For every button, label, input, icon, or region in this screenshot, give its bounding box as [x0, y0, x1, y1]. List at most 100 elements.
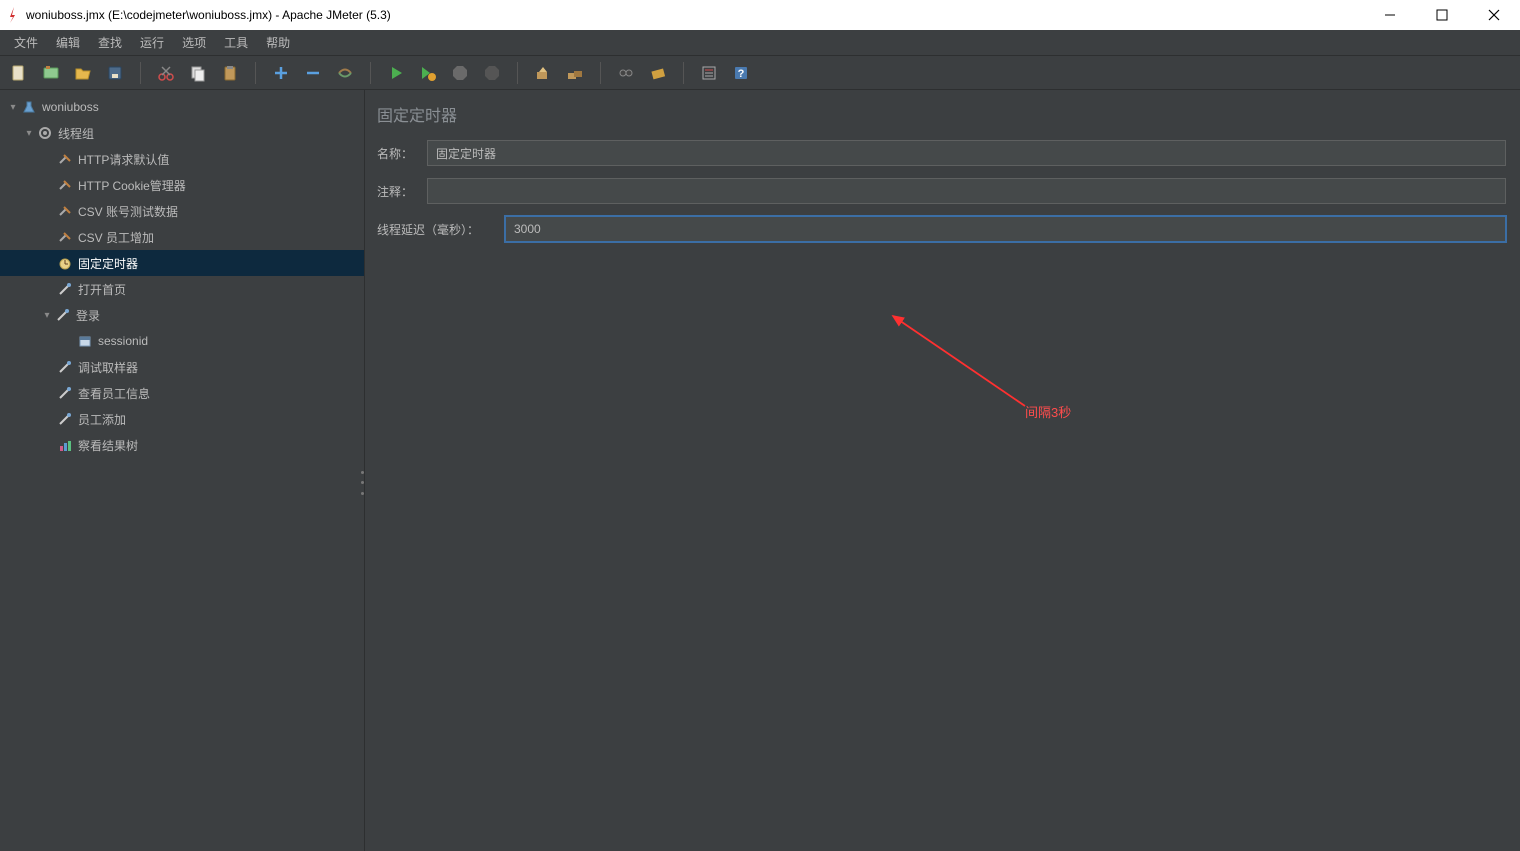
save-icon[interactable]	[104, 62, 126, 84]
start-icon[interactable]	[385, 62, 407, 84]
splitter-handle[interactable]	[361, 471, 367, 495]
tree-label: 员工添加	[78, 411, 126, 428]
chevron-down-icon[interactable]: ▾	[22, 128, 36, 139]
templates-icon[interactable]	[40, 62, 62, 84]
add-icon[interactable]	[270, 62, 292, 84]
toolbar-separator	[517, 62, 518, 84]
menu-search[interactable]: 查找	[90, 31, 130, 54]
title-bar: woniuboss.jmx (E:\codejmeter\woniuboss.j…	[0, 0, 1520, 30]
sampler-icon	[56, 410, 74, 428]
menu-file[interactable]: 文件	[6, 31, 46, 54]
window-controls	[1376, 5, 1508, 25]
config-icon	[56, 202, 74, 220]
main-area: ▾ woniuboss ▾ 线程组 HTTP请求默认值 HTTP Cookie管…	[0, 90, 1520, 851]
content-panel: 固定定时器 名称： 注释： 线程延迟（毫秒）： 间隔3秒	[365, 90, 1520, 851]
tree-item-login[interactable]: ▾ 登录	[0, 302, 364, 328]
input-delay[interactable]	[505, 216, 1506, 242]
menu-run[interactable]: 运行	[132, 31, 172, 54]
tree-root[interactable]: ▾ woniuboss	[0, 94, 364, 120]
stop-icon[interactable]	[449, 62, 471, 84]
gear-icon	[36, 124, 54, 142]
row-delay: 线程延迟（毫秒）：	[377, 216, 1506, 242]
toolbar-separator	[370, 62, 371, 84]
tree-item-http-defaults[interactable]: HTTP请求默认值	[0, 146, 364, 172]
tree-label: 打开首页	[78, 281, 126, 298]
toolbar-separator	[600, 62, 601, 84]
remove-icon[interactable]	[302, 62, 324, 84]
tree-label: 察看结果树	[78, 437, 138, 454]
menu-tools[interactable]: 工具	[216, 31, 256, 54]
tree-label: CSV 员工增加	[78, 229, 154, 246]
tree-item-constant-timer[interactable]: 固定定时器	[0, 250, 364, 276]
label-name: 名称：	[377, 145, 427, 162]
toolbar-separator	[255, 62, 256, 84]
extractor-icon	[76, 332, 94, 350]
tree-label: 线程组	[58, 125, 94, 142]
tree-label: woniuboss	[42, 100, 99, 114]
clear-icon[interactable]	[532, 62, 554, 84]
timer-icon	[56, 254, 74, 272]
tree-label: 固定定时器	[78, 255, 138, 272]
tree-item-csv-account[interactable]: CSV 账号测试数据	[0, 198, 364, 224]
config-icon	[56, 228, 74, 246]
flask-icon	[20, 98, 38, 116]
tree-item-csv-employee[interactable]: CSV 员工增加	[0, 224, 364, 250]
tree-thread-group[interactable]: ▾ 线程组	[0, 120, 364, 146]
open-icon[interactable]	[72, 62, 94, 84]
tree-item-sessionid[interactable]: sessionid	[0, 328, 364, 354]
sampler-icon	[54, 306, 72, 324]
start-no-timers-icon[interactable]	[417, 62, 439, 84]
menu-help[interactable]: 帮助	[258, 31, 298, 54]
tree-label: 查看员工信息	[78, 385, 150, 402]
properties-icon[interactable]	[698, 62, 720, 84]
label-delay: 线程延迟（毫秒）：	[377, 221, 505, 238]
toolbar-separator	[683, 62, 684, 84]
clear-all-icon[interactable]	[564, 62, 586, 84]
window-title: woniuboss.jmx (E:\codejmeter\woniuboss.j…	[26, 8, 1376, 22]
tree-label: sessionid	[98, 334, 148, 348]
tree-item-cookie-mgr[interactable]: HTTP Cookie管理器	[0, 172, 364, 198]
tree-item-open-home[interactable]: 打开首页	[0, 276, 364, 302]
toolbar-separator	[140, 62, 141, 84]
tree-item-add-employee[interactable]: 员工添加	[0, 406, 364, 432]
shutdown-icon[interactable]	[481, 62, 503, 84]
listener-icon	[56, 436, 74, 454]
minimize-button[interactable]	[1376, 5, 1404, 25]
toolbar: ?	[0, 56, 1520, 90]
sampler-icon	[56, 280, 74, 298]
tree-label: CSV 账号测试数据	[78, 203, 178, 220]
chevron-down-icon[interactable]: ▾	[40, 310, 54, 321]
row-name: 名称：	[377, 140, 1506, 166]
cut-icon[interactable]	[155, 62, 177, 84]
tree-item-debug-sampler[interactable]: 调试取样器	[0, 354, 364, 380]
menu-bar: 文件 编辑 查找 运行 选项 工具 帮助	[0, 30, 1520, 56]
toggle-icon[interactable]	[334, 62, 356, 84]
label-comment: 注释：	[377, 183, 427, 200]
function-helper-icon[interactable]	[647, 62, 669, 84]
maximize-button[interactable]	[1428, 5, 1456, 25]
input-name[interactable]	[427, 140, 1506, 166]
tree-label: 调试取样器	[78, 359, 138, 376]
tree-label: 登录	[76, 307, 100, 324]
panel-title: 固定定时器	[377, 102, 1506, 126]
help-icon[interactable]: ?	[730, 62, 752, 84]
menu-edit[interactable]: 编辑	[48, 31, 88, 54]
search-icon[interactable]	[615, 62, 637, 84]
copy-icon[interactable]	[187, 62, 209, 84]
sampler-icon	[56, 358, 74, 376]
tree-item-view-employee[interactable]: 查看员工信息	[0, 380, 364, 406]
annotation-text: 间隔3秒	[1025, 402, 1071, 421]
chevron-down-icon[interactable]: ▾	[6, 102, 20, 113]
config-icon	[56, 150, 74, 168]
tree-panel[interactable]: ▾ woniuboss ▾ 线程组 HTTP请求默认值 HTTP Cookie管…	[0, 90, 365, 851]
menu-options[interactable]: 选项	[174, 31, 214, 54]
tree-item-results-tree[interactable]: 察看结果树	[0, 432, 364, 458]
sampler-icon	[56, 384, 74, 402]
paste-icon[interactable]	[219, 62, 241, 84]
svg-text:?: ?	[738, 68, 745, 80]
new-file-icon[interactable]	[8, 62, 30, 84]
input-comment[interactable]	[427, 178, 1506, 204]
config-icon	[56, 176, 74, 194]
close-button[interactable]	[1480, 5, 1508, 25]
tree-label: HTTP Cookie管理器	[78, 177, 186, 194]
